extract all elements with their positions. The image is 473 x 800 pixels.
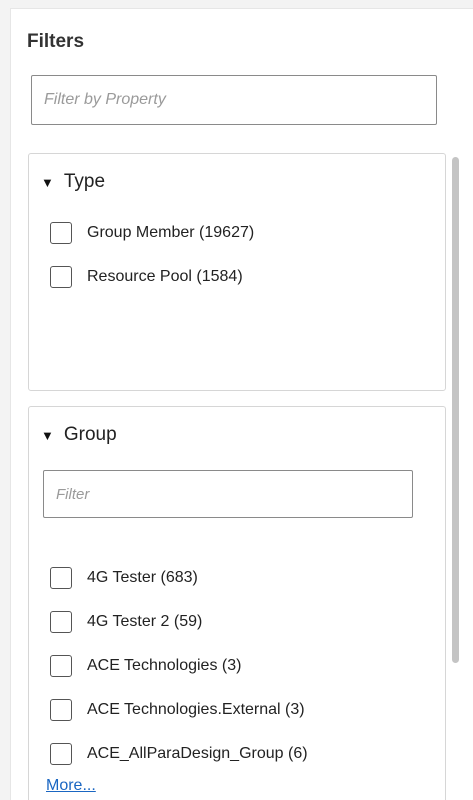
option-label: ACE_AllParaDesign_Group (6) [87, 745, 308, 762]
group-section: ▼ Group 4G Tester (683) 4G Tester 2 (59)… [28, 406, 446, 800]
option-label: Group Member (19627) [87, 224, 255, 241]
vertical-scrollbar[interactable] [451, 157, 460, 800]
triangle-down-icon: ▼ [41, 174, 54, 190]
more-link[interactable]: More... [46, 777, 96, 795]
group-option-4g-tester[interactable]: 4G Tester (683) [50, 565, 198, 591]
checkbox[interactable] [50, 222, 72, 244]
group-option-4g-tester-2[interactable]: 4G Tester 2 (59) [50, 609, 202, 635]
triangle-down-icon: ▼ [41, 427, 54, 443]
checkbox[interactable] [50, 699, 72, 721]
option-label: ACE Technologies.External (3) [87, 701, 305, 718]
option-label: 4G Tester 2 (59) [87, 613, 203, 630]
type-option-group-member[interactable]: Group Member (19627) [50, 220, 254, 246]
group-section-header[interactable]: ▼ Group [41, 421, 117, 449]
type-option-resource-pool[interactable]: Resource Pool (1584) [50, 264, 243, 290]
scrollbar-thumb[interactable] [452, 157, 459, 663]
filter-by-property-input[interactable] [31, 75, 437, 125]
type-section-header[interactable]: ▼ Type [41, 168, 105, 196]
checkbox[interactable] [50, 611, 72, 633]
checkbox[interactable] [50, 655, 72, 677]
group-option-ace-allparadesign-group[interactable]: ACE_AllParaDesign_Group (6) [50, 741, 308, 767]
type-section-title: Type [63, 171, 106, 192]
filters-panel: Filters ▼ Type Group Member (19627) Reso… [10, 8, 473, 800]
option-label: 4G Tester (683) [87, 569, 198, 586]
checkbox[interactable] [50, 743, 72, 765]
group-option-ace-technologies-external[interactable]: ACE Technologies.External (3) [50, 697, 305, 723]
option-label: Resource Pool (1584) [87, 268, 243, 285]
type-section: ▼ Type Group Member (19627) Resource Poo… [28, 153, 446, 391]
checkbox[interactable] [50, 266, 72, 288]
group-filter-input[interactable] [43, 470, 413, 518]
filters-title: Filters [27, 31, 85, 52]
group-section-title: Group [63, 424, 117, 445]
checkbox[interactable] [50, 567, 72, 589]
option-label: ACE Technologies (3) [87, 657, 242, 674]
group-option-ace-technologies[interactable]: ACE Technologies (3) [50, 653, 241, 679]
